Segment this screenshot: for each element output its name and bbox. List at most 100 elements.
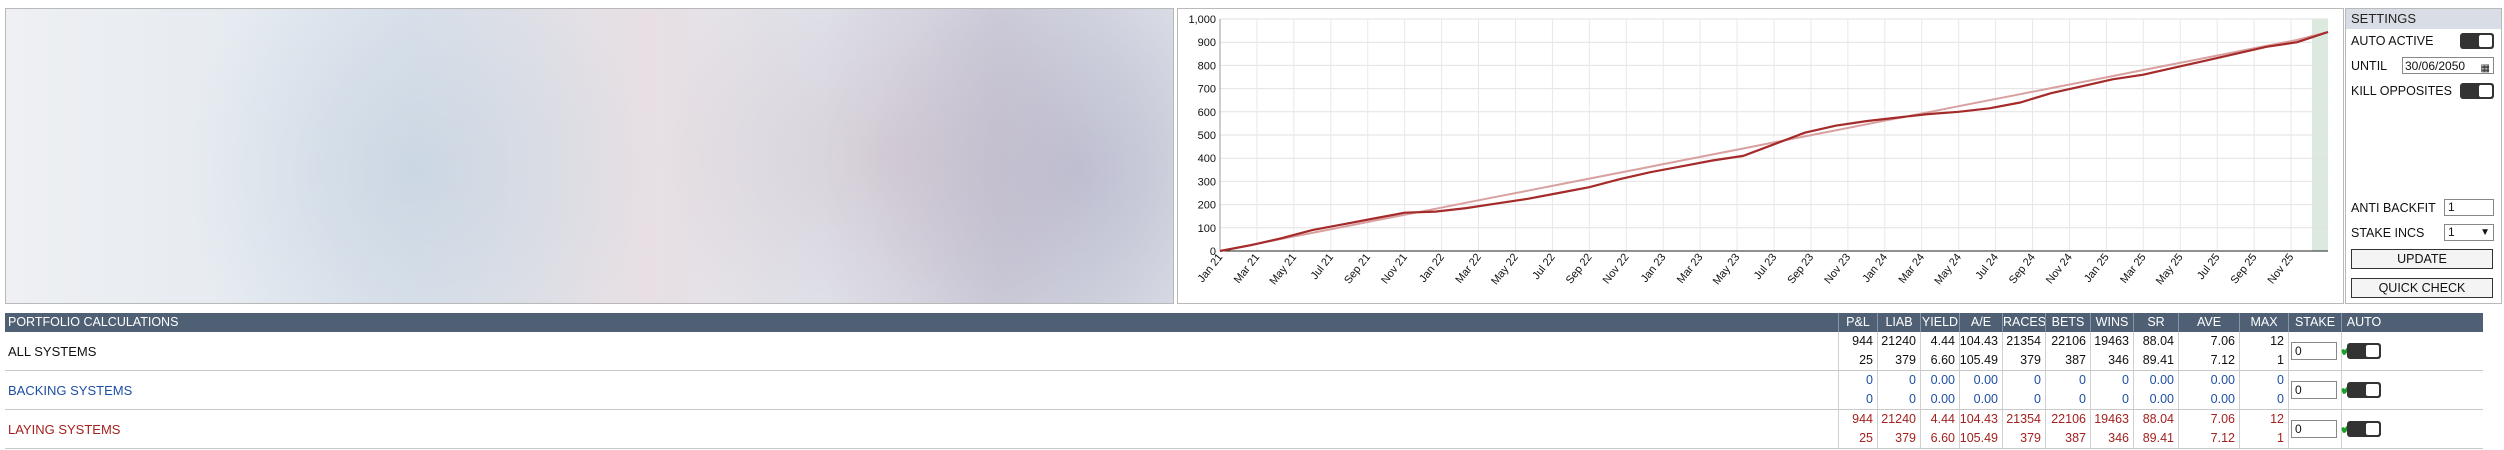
- y-tick-label: 800: [1198, 60, 1216, 72]
- portfolio-title: PORTFOLIO CALCULATIONS: [8, 315, 179, 329]
- cell-ave-odds-bottom: 7.12: [2210, 431, 2235, 445]
- x-tick-label: Jan 22: [1417, 251, 1447, 284]
- x-tick-label: Mar 24: [1897, 251, 1928, 285]
- col-races: RACES: [2002, 313, 2046, 332]
- x-tick-label: Mar 22: [1453, 251, 1484, 285]
- cell-pnl-top: 944: [1852, 334, 1873, 348]
- cell-liab-bottom: 0: [1909, 392, 1916, 406]
- stake-input[interactable]: 0: [2291, 342, 2337, 360]
- pnl-chart-svg: 01002003004005006007008009001,000Jan 21 M…: [1188, 14, 2329, 287]
- stake-incs-select[interactable]: 1 ▼: [2444, 224, 2494, 241]
- cell-races-top: 0: [2034, 373, 2041, 387]
- cell-races-bottom: 0: [2034, 392, 2041, 406]
- auto-toggle[interactable]: [2347, 382, 2381, 398]
- calendar-icon: ▦: [2480, 63, 2490, 74]
- cell-bets-bottom: 387: [2065, 353, 2086, 367]
- cell-wins-top: 0: [2122, 373, 2129, 387]
- y-tick-label: 300: [1198, 176, 1216, 188]
- y-tick-label: 900: [1198, 37, 1216, 49]
- auto-active-toggle[interactable]: [2460, 33, 2494, 49]
- cell-liab-top: 0: [1909, 373, 1916, 387]
- cell-max-dd-top: 0: [2277, 373, 2284, 387]
- cell-ae-top: 0.00: [1973, 373, 1998, 387]
- y-tick-label: 100: [1198, 223, 1216, 235]
- auto-toggle[interactable]: [2347, 343, 2381, 359]
- stake-incs-label: STAKE INCS: [2351, 226, 2425, 240]
- cell-max-dd-bottom: 1: [2277, 353, 2284, 367]
- portfolio-header: PORTFOLIO CALCULATIONS P&L LIAB YIELD A/…: [5, 313, 2483, 348]
- settings-panel: SETTINGS AUTO ACTIVE UNTIL 30/06/2050 ▦ …: [2345, 8, 2502, 304]
- portfolio-row: ALL SYSTEMS 944 21240 4.44 104.43 21354 22106 1…: [5, 332, 2483, 371]
- anti-backfit-row: ANTI BACKFIT 1: [2351, 198, 2496, 218]
- until-label: UNTIL: [2351, 59, 2388, 73]
- cell-bets-bottom: 0: [2079, 392, 2086, 406]
- cell-races-bottom: 379: [2020, 431, 2041, 445]
- column-divider: [2288, 371, 2289, 409]
- anti-backfit-input[interactable]: 1: [2444, 199, 2494, 216]
- portfolio-table: PORTFOLIO CALCULATIONS P&L LIAB YIELD A/…: [5, 313, 2483, 449]
- col-sr: SR: [2133, 313, 2178, 332]
- y-tick-label: 400: [1198, 153, 1216, 165]
- col-max-dd: MAX DD: [2239, 313, 2288, 348]
- x-tick-label: May 22: [1489, 251, 1521, 287]
- cell-races-bottom: 379: [2020, 353, 2041, 367]
- x-tick-label: Jan 24: [1860, 251, 1890, 284]
- x-tick-label: Nov 24: [2044, 251, 2075, 286]
- x-tick-label: Nov 23: [1822, 251, 1853, 286]
- cell-wins-top: 19463: [2094, 412, 2129, 426]
- cell-ave-odds-bottom: 7.12: [2210, 353, 2235, 367]
- col-pnl: P&L: [1838, 313, 1877, 332]
- y-tick-label: 1,000: [1188, 14, 1216, 26]
- row-label: ALL SYSTEMS: [8, 344, 97, 359]
- cell-pnl-top: 944: [1852, 412, 1873, 426]
- col-auto: AUTO: [2341, 313, 2386, 332]
- stake-input[interactable]: 0: [2291, 420, 2337, 438]
- kill-opposites-toggle[interactable]: [2460, 83, 2494, 99]
- cell-ae-top: 104.43: [1959, 412, 1998, 426]
- cell-bets-top: 22106: [2051, 412, 2086, 426]
- x-tick-label: Jan 25: [2082, 251, 2112, 284]
- y-tick-label: 500: [1198, 130, 1216, 142]
- x-tick-label: Jan 23: [1639, 251, 1669, 284]
- x-tick-label: Jul 24: [1973, 251, 2001, 282]
- cell-wins-top: 19463: [2094, 334, 2129, 348]
- cell-wins-bottom: 346: [2108, 353, 2129, 367]
- update-button[interactable]: UPDATE: [2351, 249, 2493, 269]
- cell-bets-bottom: 387: [2065, 431, 2086, 445]
- portfolio-rows: ALL SYSTEMS 944 21240 4.44 104.43 21354 22106 1…: [5, 332, 2483, 449]
- cell-yield-top: 0.00: [1930, 373, 1955, 387]
- cell-max-dd-top: 12: [2270, 412, 2284, 426]
- col-bets: BETS: [2045, 313, 2090, 332]
- row-label: BACKING SYSTEMS: [8, 383, 133, 398]
- quick-check-button[interactable]: QUICK CHECK: [2351, 278, 2493, 298]
- x-tick-label: May 24: [1932, 251, 1964, 287]
- cell-sr-top: 88.04: [2142, 412, 2174, 426]
- cell-races-top: 21354: [2006, 412, 2041, 426]
- cell-yield-top: 4.44: [1930, 334, 1955, 348]
- x-tick-label: Mar 25: [2118, 251, 2149, 285]
- cell-liab-bottom: 379: [1895, 431, 1916, 445]
- chevron-down-icon: ▼: [2480, 227, 2490, 238]
- x-tick-label: Sep 25: [2229, 251, 2260, 286]
- stake-incs-value: 1: [2448, 225, 2455, 239]
- until-date-input[interactable]: 30/06/2050 ▦: [2402, 57, 2494, 74]
- portfolio-row: BACKING SYSTEMS 0 0 0.00 0.00 0 0 0 0.00 0.00 0 0 0 0…: [5, 371, 2483, 410]
- y-tick-label: 200: [1198, 200, 1216, 212]
- cell-max-dd-bottom: 1: [2277, 431, 2284, 445]
- x-tick-label: Jul 22: [1530, 251, 1558, 282]
- cell-bets-top: 0: [2079, 373, 2086, 387]
- kill-opposites-label: KILL OPPOSITES: [2351, 84, 2452, 98]
- cell-liab-top: 21240: [1881, 334, 1916, 348]
- col-ae: A/E: [1959, 313, 2002, 332]
- x-tick-label: Sep 22: [1564, 251, 1595, 286]
- stake-input[interactable]: 0: [2291, 381, 2337, 399]
- cell-pnl-top: 0: [1866, 373, 1873, 387]
- x-tick-label: Mar 23: [1675, 251, 1706, 285]
- cell-sr-bottom: 89.41: [2142, 353, 2174, 367]
- x-tick-label: Jul 25: [2195, 251, 2223, 282]
- auto-toggle[interactable]: [2347, 421, 2381, 437]
- x-tick-label: Jul 23: [1752, 251, 1780, 282]
- x-tick-label: May 21: [1268, 251, 1300, 287]
- anti-backfit-label: ANTI BACKFIT: [2351, 201, 2436, 215]
- auto-active-row: AUTO ACTIVE: [2351, 31, 2496, 51]
